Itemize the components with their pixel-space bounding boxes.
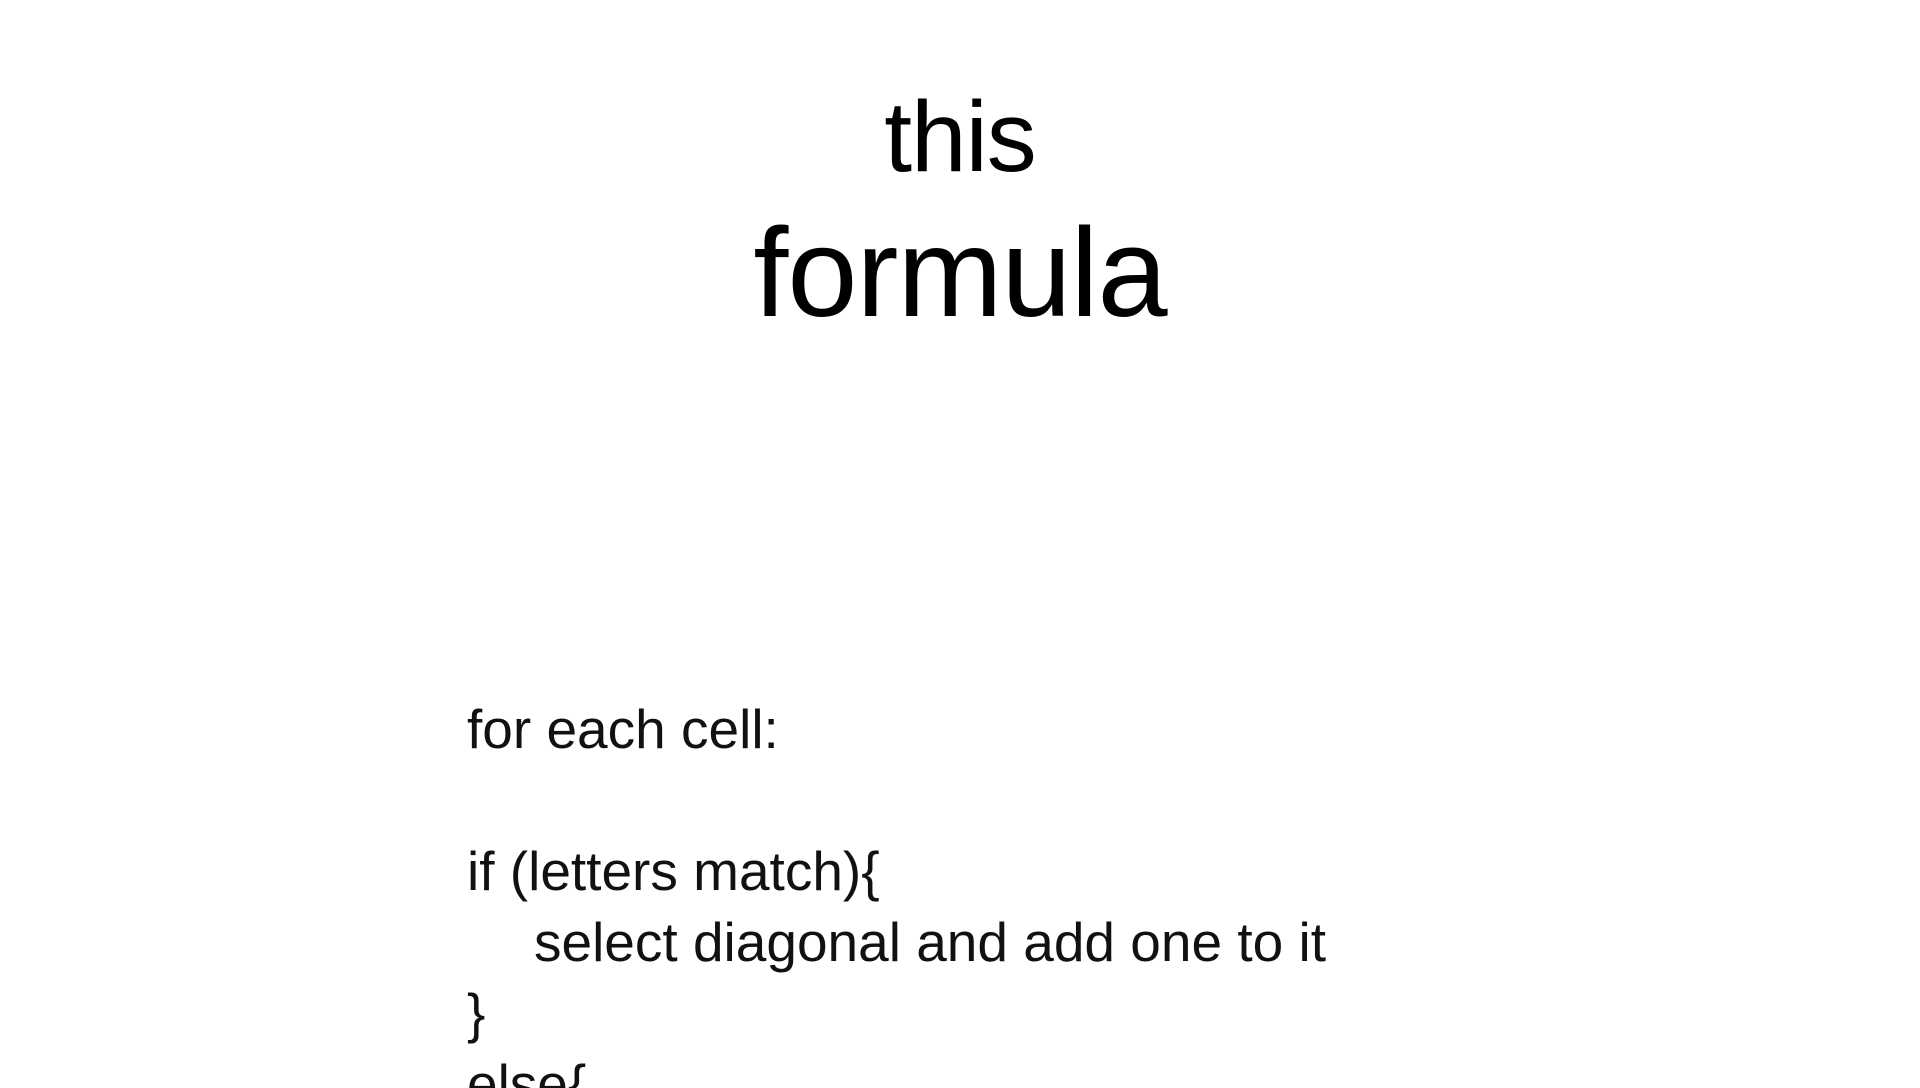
code-line-for-each: for each cell: — [467, 698, 779, 760]
code-line-close-brace: } — [467, 982, 486, 1044]
pseudocode-block: for each cell: if (letters match){ selec… — [467, 0, 1867, 1088]
code-line-select-diagonal: select diagonal and add one to it — [534, 911, 1326, 973]
code-line-else: else{ — [467, 1053, 587, 1088]
code-line-if: if (letters match){ — [467, 840, 880, 902]
